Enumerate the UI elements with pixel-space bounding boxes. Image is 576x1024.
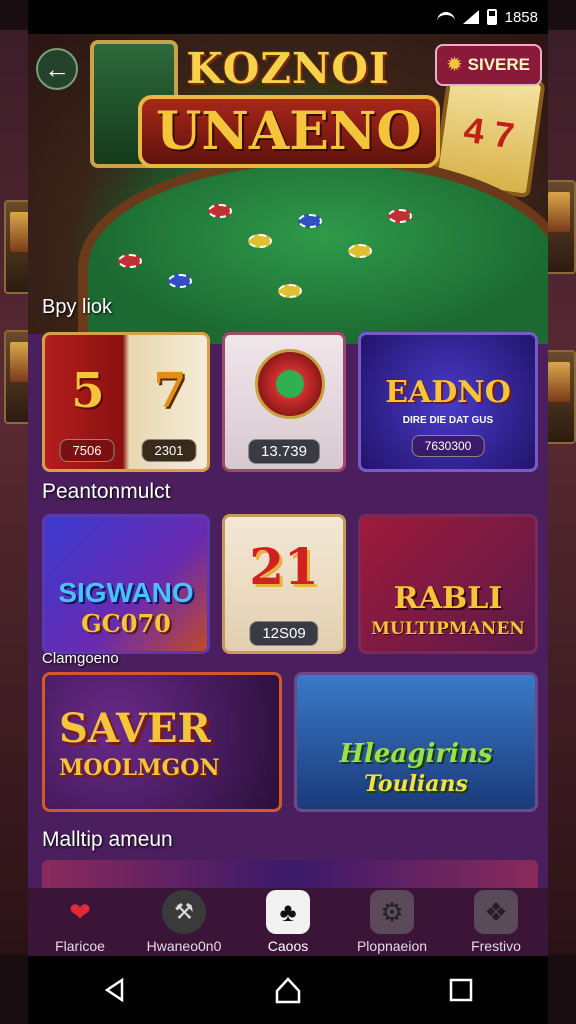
nav-home-button[interactable] [268,970,308,1010]
tab-label: Caoos [267,938,309,954]
tab-favorites[interactable]: ❤ Flaricoe [28,888,132,955]
heart-icon: ❤ [69,896,91,927]
slot-reel-right: 7 [153,363,187,419]
feature-subtitle: DIRE DIE DAT GUS [402,415,494,426]
nav-back-button[interactable] [95,970,135,1010]
battery-icon [486,9,497,25]
game-card-slot[interactable]: 5 7 7506 2301 [42,332,210,472]
game-card-toulians[interactable]: Hleagirins Toulians [294,672,538,812]
chip-icon [118,254,142,268]
stopwatch-icon [255,349,325,419]
tab-extras[interactable]: ❖ Frestivo [444,888,548,954]
signal-icon [462,10,479,24]
card-number: 21 [249,537,319,596]
num-card-value: 12S09 [249,621,319,646]
system-nav-bar [28,956,548,1024]
logo-line-2: UNAENO [138,95,440,168]
sigwano-title: SIGWANO [58,577,194,608]
tab-label: Flaricoe [55,938,105,954]
section-title-2: Clamgoeno [42,650,119,667]
triangle-back-icon [104,977,123,1003]
status-bar: 1858 [28,0,548,34]
sun-icon: ✹ [447,55,462,74]
nav-recents-button[interactable] [441,970,481,1010]
game-card-multipmanen[interactable]: RABLI MULTIPMANEN [358,514,538,654]
gear-icon: ⚙ [370,890,414,934]
chip-icon [278,284,302,298]
square-recents-icon [450,978,473,1002]
hero-banner[interactable]: 4 7 KOZNOI UNAENO ← ✹ SIVERE Bpy liok [28,34,548,344]
saver-subtitle: MOOLMGON [59,755,220,781]
multi-title: RABLI [393,581,503,616]
tab-tools[interactable]: ⚒ Hwaneo0n0 [132,888,236,954]
tab-label: Frestivo [471,938,521,954]
slot-value-right: 2301 [141,439,197,462]
hero-caption: Bpy liok [42,296,113,318]
multi-subtitle: MULTIPMANEN [371,619,525,639]
sigwano-subtitle: GC070 [81,609,171,638]
tab-casino[interactable]: ♣ Caoos [236,888,340,954]
back-button[interactable]: ← [36,48,78,90]
tab-label: Hwaneo0n0 [146,938,222,954]
game-card-feature[interactable]: EADNO DIRE DIE DAT GUS 7630300 [358,332,538,472]
header-badge-button[interactable]: ✹ SIVERE [435,44,542,86]
game-card-sigwano[interactable]: SIGWANO GC070 [42,514,210,654]
slot-value-left: 7506 [59,439,115,462]
slot-reel-left: 5 [71,363,105,419]
chip-icon [388,209,412,223]
game-card-21[interactable]: 21 12S09 [222,514,346,654]
tab-label: Plopnaeion [356,938,428,954]
header-badge-label: SIVERE [467,55,530,74]
chip-icon [348,244,372,258]
casino-logo: KOZNOI UNAENO [138,38,440,168]
home-icon [275,977,301,1004]
feature-title: EADNO [385,375,511,410]
toulians-subtitle: Toulians [364,771,468,797]
chip-icon [248,234,272,248]
app-screen: 4 7 KOZNOI UNAENO ← ✹ SIVERE Bpy liok 5 … [28,34,548,956]
wifi-icon [436,11,455,23]
chip-icon [208,204,232,218]
club-card-icon: ♣ [266,890,310,934]
poker-table-image [78,154,548,344]
saver-title: SAVER [59,705,211,752]
status-time: 1858 [504,8,538,26]
timer-value: 13.739 [248,439,320,464]
chip-icon [298,214,322,228]
puzzle-icon: ❖ [474,890,518,934]
toulians-title: Hleagirins [339,739,493,769]
chip-icon [168,274,192,288]
feature-value: 7630300 [411,435,485,457]
logo-line-1: KOZNOI [186,44,390,93]
bottom-tab-bar: ❤ Flaricoe ⚒ Hwaneo0n0 ♣ Caoos ⚙ Plopnae… [28,888,548,956]
game-card-saver[interactable]: SAVER MOOLMGON [42,672,282,812]
game-card-timer[interactable]: 13.739 [222,332,346,472]
tab-settings[interactable]: ⚙ Plopnaeion [340,888,444,954]
section-title-1: Peantonmulct [42,480,171,503]
wrench-icon: ⚒ [162,890,206,934]
arrow-left-icon: ← [44,53,70,84]
section-title-3: Malltip ameun [42,828,173,851]
